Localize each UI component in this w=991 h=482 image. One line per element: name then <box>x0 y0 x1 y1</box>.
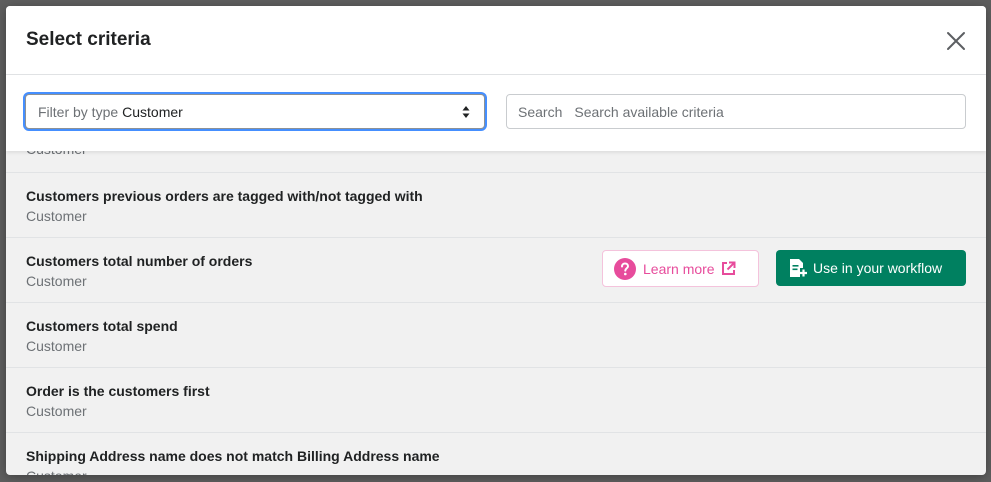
use-in-workflow-label: Use in your workflow <box>813 260 943 276</box>
criteria-title: Customers previous orders are tagged wit… <box>26 188 423 204</box>
criteria-title: Customers total spend <box>26 318 178 334</box>
help-circle-icon <box>614 257 636 280</box>
modal-title: Select criteria <box>26 29 151 50</box>
criteria-type: Customer <box>26 273 87 289</box>
modal-header: Select criteria <box>6 6 986 75</box>
filter-bar: Filter by type Customer Search <box>6 75 986 151</box>
criteria-type: Customer <box>26 468 87 475</box>
close-button[interactable] <box>939 24 973 58</box>
select-arrows-icon <box>462 106 470 118</box>
close-icon <box>947 32 965 50</box>
criteria-type: Customer <box>26 208 87 224</box>
criteria-title: Customers total number of orders <box>26 253 253 269</box>
criteria-row[interactable]: Customers total spend Customer <box>6 302 986 367</box>
learn-more-button[interactable]: Learn more <box>602 250 759 287</box>
criteria-type: Customer <box>26 403 87 419</box>
use-in-workflow-button[interactable]: Use in your workflow <box>776 250 966 286</box>
criteria-row[interactable]: Shipping Address name does not match Bil… <box>6 432 986 475</box>
filter-type-select[interactable]: Filter by type Customer <box>25 94 485 129</box>
search-label: Search <box>518 103 563 120</box>
document-add-icon <box>790 259 807 277</box>
filter-prefix-label: Filter by type <box>38 103 119 120</box>
criteria-title: Shipping Address name does not match Bil… <box>26 448 440 464</box>
filter-selected-value: Customer <box>122 103 183 120</box>
search-field[interactable]: Search <box>506 94 966 129</box>
search-input[interactable] <box>572 102 937 121</box>
select-criteria-modal: Select criteria Filter by type Customer … <box>6 6 986 475</box>
criteria-row[interactable]: Customers total number of orders Custome… <box>6 237 986 302</box>
criteria-title: Order is the customers first <box>26 383 210 399</box>
criteria-row[interactable]: Order is the customers first Customer <box>6 367 986 432</box>
learn-more-label: Learn more <box>643 260 715 277</box>
criteria-row[interactable]: Customers previous orders are tagged wit… <box>6 172 986 237</box>
criteria-type: Customer <box>26 338 87 354</box>
external-link-icon <box>721 261 736 275</box>
